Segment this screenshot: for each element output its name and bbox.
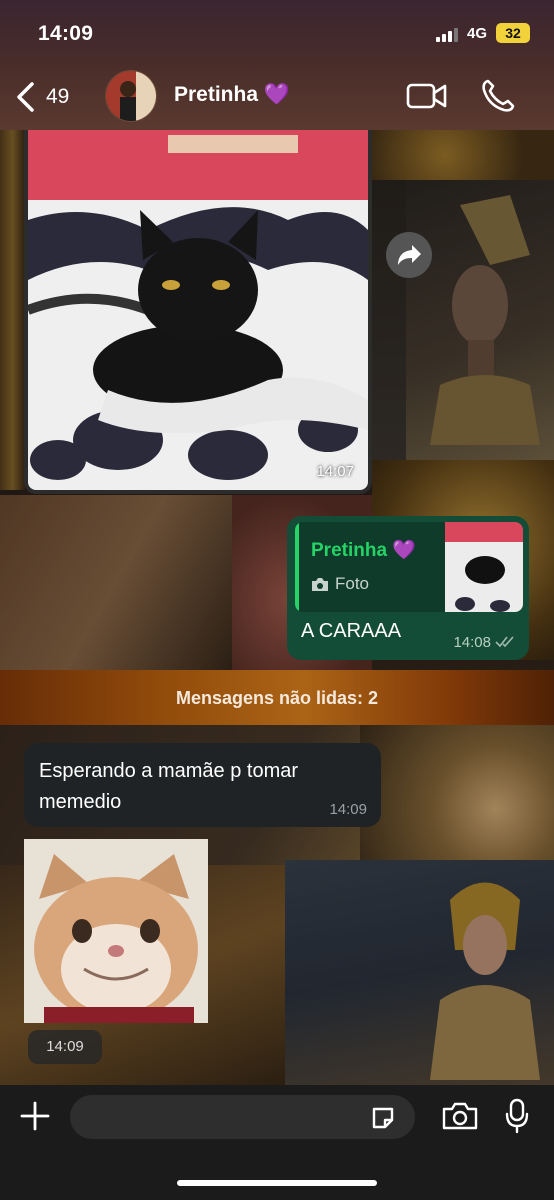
- contact-name[interactable]: Pretinha 💜: [174, 83, 290, 107]
- status-time: 14:09: [38, 22, 94, 45]
- double-check-icon: [495, 636, 514, 648]
- quoted-thumbnail: [445, 522, 523, 612]
- message-time: 14:09: [329, 801, 367, 818]
- plus-icon[interactable]: [20, 1101, 50, 1131]
- microphone-icon[interactable]: [505, 1098, 529, 1134]
- quoted-type: Foto: [311, 574, 369, 594]
- chevron-left-icon[interactable]: [14, 80, 38, 114]
- outgoing-reply-message[interactable]: Pretinha 💜 Foto A CARAAA 14:08: [287, 516, 529, 660]
- unread-banner: Mensagens não lidas: 2: [175, 688, 379, 708]
- video-call-icon[interactable]: [406, 80, 448, 112]
- message-text: Esperando a mamãe p tomar memedio: [39, 760, 299, 813]
- incoming-text-message[interactable]: Esperando a mamãe p tomar memedio 14:09: [24, 743, 381, 827]
- quoted-message[interactable]: Pretinha 💜 Foto: [295, 522, 523, 612]
- battery-icon: 32: [496, 23, 530, 43]
- incoming-photo-message[interactable]: 14:07: [24, 130, 372, 494]
- message-text: A CARAAA: [301, 620, 402, 642]
- quoted-sender: Pretinha 💜: [311, 540, 416, 561]
- message-time: 14:07: [316, 463, 354, 480]
- signal-icon: [436, 28, 458, 42]
- status-bar: 14:09 4G 32: [0, 0, 554, 66]
- message-time: 14:09: [28, 1030, 102, 1064]
- network-type: 4G: [467, 25, 488, 42]
- back-unread-count[interactable]: 49: [46, 85, 69, 109]
- quoted-type-label: Foto: [335, 574, 370, 593]
- cat-sticker: [24, 839, 208, 1023]
- avatar[interactable]: [105, 70, 157, 122]
- message-input[interactable]: [70, 1095, 415, 1139]
- sticker-icon[interactable]: [370, 1105, 396, 1131]
- camera-small-icon: [312, 577, 328, 591]
- incoming-sticker-message[interactable]: [24, 839, 208, 1023]
- forward-icon[interactable]: [386, 232, 432, 278]
- cat-photo: [28, 130, 368, 490]
- message-time: 14:08: [453, 634, 491, 651]
- chat-header: 49 Pretinha 💜: [0, 66, 554, 130]
- home-indicator[interactable]: [177, 1180, 377, 1186]
- phone-icon[interactable]: [480, 78, 516, 114]
- camera-icon[interactable]: [442, 1101, 478, 1131]
